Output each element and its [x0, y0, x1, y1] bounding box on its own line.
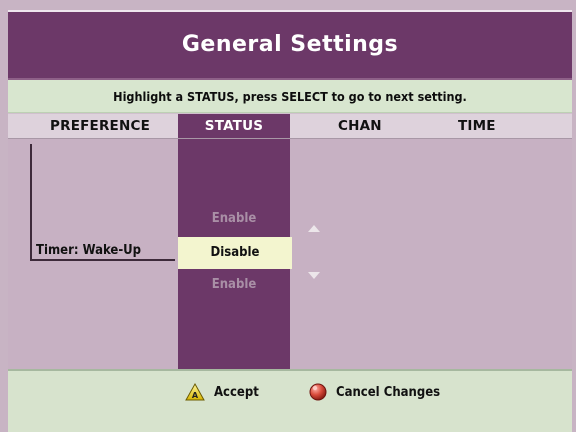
- red-circle-icon: [309, 383, 327, 401]
- cancel-changes-label: Cancel Changes: [336, 384, 441, 400]
- column-header-chan: CHAN: [338, 118, 382, 134]
- column-header-row: PREFERENCE STATUS CHAN TIME: [8, 113, 572, 139]
- preference-label: Timer: Wake-Up: [36, 243, 142, 258]
- column-header-time: TIME: [458, 118, 496, 134]
- footer: A Accept Cancel Changes: [8, 369, 572, 432]
- cancel-changes-button[interactable]: Cancel Changes: [308, 380, 440, 404]
- settings-body: Timer: Wake-Up Enable Disable Enable: [8, 139, 572, 369]
- yellow-triangle-icon: A: [185, 382, 205, 401]
- accept-label: Accept: [214, 384, 259, 400]
- accept-button[interactable]: A Accept: [184, 380, 259, 404]
- screen: General Settings Highlight a STATUS, pre…: [0, 0, 576, 432]
- up-arrow-icon[interactable]: [308, 225, 320, 232]
- instruction-text: Highlight a STATUS, press SELECT to go t…: [8, 80, 572, 113]
- status-option-above[interactable]: Enable: [178, 211, 290, 226]
- column-header-status: STATUS: [178, 114, 290, 138]
- status-option-selected[interactable]: Disable: [178, 237, 292, 269]
- svg-text:A: A: [192, 391, 199, 400]
- status-option-below[interactable]: Enable: [178, 277, 290, 292]
- title-bar: General Settings: [8, 10, 572, 80]
- down-arrow-icon[interactable]: [308, 272, 320, 279]
- page-title: General Settings: [181, 32, 399, 57]
- column-header-preference: PREFERENCE: [50, 118, 151, 134]
